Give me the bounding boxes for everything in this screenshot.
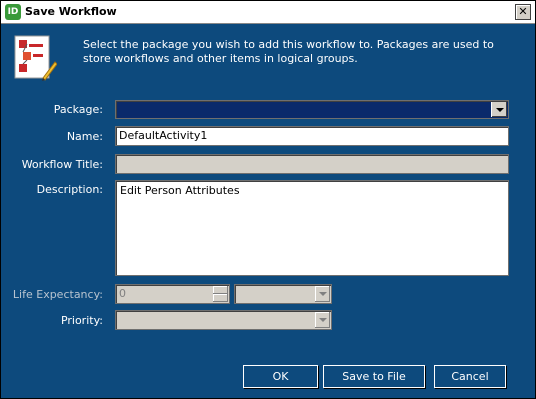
chevron-down-icon: [496, 108, 504, 112]
save-workflow-dialog: ID Save Workflow ✕ Select the package yo…: [0, 0, 536, 399]
priority-label: Priority:: [60, 314, 103, 327]
package-label: Package:: [53, 103, 103, 116]
name-label: Name:: [66, 130, 103, 143]
description-label: Description:: [36, 183, 103, 196]
priority-dropdown-button[interactable]: [315, 312, 330, 328]
life-expectancy-label: Life Expectancy:: [12, 288, 103, 301]
close-button[interactable]: ✕: [515, 4, 531, 20]
title-bar: ID Save Workflow ✕: [1, 1, 535, 24]
save-to-file-button[interactable]: Save to File: [323, 365, 425, 388]
app-logo-icon: ID: [5, 4, 21, 20]
life-expectancy-spinner[interactable]: [213, 286, 228, 302]
chevron-down-icon: [319, 318, 327, 322]
priority-select[interactable]: [115, 310, 332, 330]
dialog-title: Save Workflow: [25, 5, 117, 18]
workflow-title-label: Workflow Title:: [21, 158, 103, 171]
name-field[interactable]: DefaultActivity1: [115, 126, 509, 146]
workflow-document-icon: [14, 35, 57, 81]
unit-dropdown-button[interactable]: [315, 286, 330, 302]
life-expectancy-unit-select[interactable]: [234, 284, 332, 304]
package-select[interactable]: [115, 100, 509, 119]
ok-button[interactable]: OK: [243, 365, 318, 388]
description-field[interactable]: Edit Person Attributes: [115, 180, 509, 276]
spin-down-icon[interactable]: [213, 294, 228, 302]
workflow-title-field[interactable]: [115, 154, 509, 174]
cancel-button[interactable]: Cancel: [434, 365, 506, 388]
intro-text: Select the package you wish to add this …: [83, 38, 494, 65]
life-expectancy-value: 0: [119, 287, 126, 300]
chevron-down-icon: [319, 292, 327, 296]
life-expectancy-stepper[interactable]: 0: [115, 284, 230, 304]
package-dropdown-button[interactable]: [491, 102, 507, 117]
spin-up-icon[interactable]: [213, 286, 228, 294]
